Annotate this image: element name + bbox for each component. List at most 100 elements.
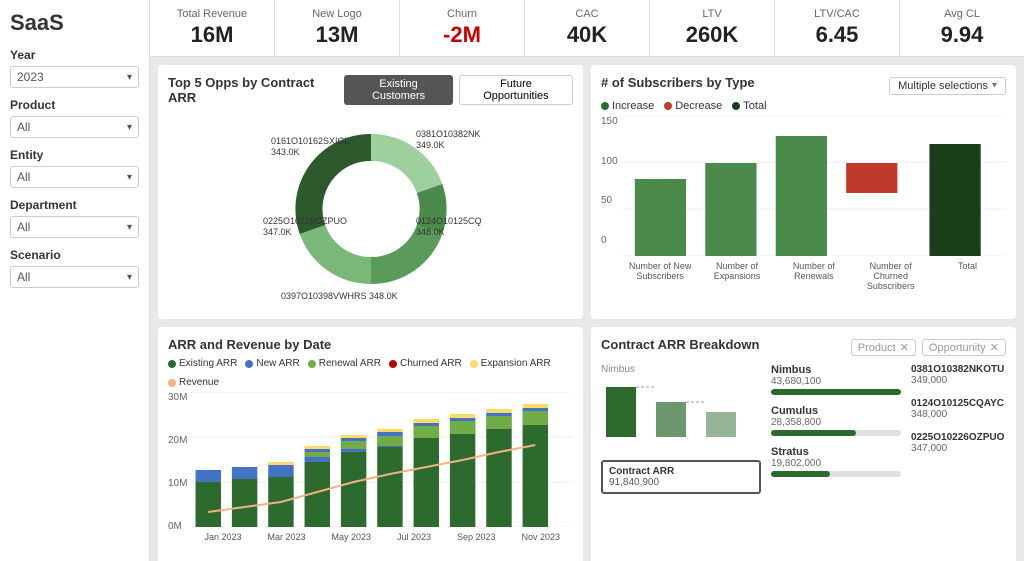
y-axis: 150 100 50 0 xyxy=(601,116,622,246)
filter-group-entity: Entity All ▾ xyxy=(10,148,139,188)
filter-value-year: 2023 xyxy=(17,70,44,84)
chevron-down-icon: ▾ xyxy=(992,80,997,91)
opp-list: 0381O10382NKOTU 349,000 0124O10125CQAYC … xyxy=(911,364,1006,561)
product-value: 28,358,800 xyxy=(771,417,901,428)
opp-name: 0381O10382NKOTU xyxy=(911,364,1006,375)
product-bar-fill xyxy=(771,389,901,395)
top5-title: Top 5 Opps by Contract ARR xyxy=(168,75,338,105)
arr-legend-item: Renewal ARR xyxy=(308,358,381,369)
legend-label: Total xyxy=(743,100,766,112)
arr-y-axis: 30M 20M 10M 0M xyxy=(168,392,191,532)
breakdown-filters: Product ✕ Opportunity ✕ xyxy=(851,339,1006,356)
kpi-value: 9.94 xyxy=(912,22,1012,48)
product-name: Cumulus xyxy=(771,405,901,417)
filter-select-department[interactable]: All ▾ xyxy=(10,216,139,238)
filter-label-department: Department xyxy=(10,198,139,212)
filter-select-scenario[interactable]: All ▾ xyxy=(10,266,139,288)
legend-item-increase: Increase xyxy=(601,100,654,112)
arr-legend-item: Existing ARR xyxy=(168,358,237,369)
existing-customers-btn[interactable]: Existing Customers xyxy=(344,75,453,105)
opportunity-filter-label: Opportunity xyxy=(929,342,986,354)
filter-value-entity: All xyxy=(17,170,30,184)
product-filter[interactable]: Product ✕ xyxy=(851,339,916,356)
product-bar-bg xyxy=(771,471,901,477)
kpi-label: LTV xyxy=(662,8,762,20)
product-bar-fill xyxy=(771,471,830,477)
product-item: Nimbus 43,680,100 xyxy=(771,364,901,395)
kpi-bar: Total Revenue 16M New Logo 13M Churn -2M… xyxy=(150,0,1024,57)
arr-legend-dot xyxy=(308,360,316,368)
legend-item-total: Total xyxy=(732,100,766,112)
arr-legend-label: Existing ARR xyxy=(179,358,237,369)
subscribers-filter-label: Multiple selections xyxy=(898,80,988,92)
arr-legend-label: New ARR xyxy=(256,358,299,369)
main-area: Total Revenue 16M New Logo 13M Churn -2M… xyxy=(150,0,1024,561)
kpi-label: CAC xyxy=(537,8,637,20)
product-item: Cumulus 28,358,800 xyxy=(771,405,901,436)
kpi-ltv: LTV 260K xyxy=(650,0,775,56)
contract-arr-value: 91,840,900 xyxy=(609,477,753,488)
filter-label-entity: Entity xyxy=(10,148,139,162)
svg-text:347.0K: 347.0K xyxy=(263,227,292,237)
chevron-down-icon: ▾ xyxy=(127,72,132,83)
kpi-churn: Churn -2M xyxy=(400,0,525,56)
kpi-label: Avg CL xyxy=(912,8,1012,20)
app-title: SaaS xyxy=(10,10,139,36)
sidebar: SaaS Year 2023 ▾ Product All ▾ Entity Al… xyxy=(0,0,150,561)
arr-legend: Existing ARRNew ARRRenewal ARRChurned AR… xyxy=(168,358,573,388)
filter-select-entity[interactable]: All ▾ xyxy=(10,166,139,188)
filter-select-product[interactable]: All ▾ xyxy=(10,116,139,138)
opp-item: 0381O10382NKOTU 349,000 xyxy=(911,364,1006,386)
opp-item: 0225O10226OZPUO 347,000 xyxy=(911,432,1006,454)
arr-legend-dot xyxy=(168,379,176,387)
filter-value-department: All xyxy=(17,220,30,234)
arr-legend-dot xyxy=(245,360,253,368)
arr-legend-label: Expansion ARR xyxy=(481,358,551,369)
filter-label-scenario: Scenario xyxy=(10,248,139,262)
legend-dot xyxy=(664,102,672,110)
filter-group-year: Year 2023 ▾ xyxy=(10,48,139,88)
kpi-value: 40K xyxy=(537,22,637,48)
svg-text:0124O10125CQAYC: 0124O10125CQAYC xyxy=(416,216,481,226)
close-icon[interactable]: ✕ xyxy=(900,341,909,354)
subscribers-panel: # of Subscribers by Type Multiple select… xyxy=(591,65,1016,319)
svg-text:0397O10398VWHRS 348.0K: 0397O10398VWHRS 348.0K xyxy=(281,291,398,301)
content-area: Top 5 Opps by Contract ARR Existing Cust… xyxy=(150,57,1024,561)
filter-label-year: Year xyxy=(10,48,139,62)
top5-opps-panel: Top 5 Opps by Contract ARR Existing Cust… xyxy=(158,65,583,319)
product-value: 19,802,000 xyxy=(771,458,901,469)
filter-value-product: All xyxy=(17,120,30,134)
opp-name: 0225O10226OZPUO xyxy=(911,432,1006,443)
breakdown-title: Contract ARR Breakdown xyxy=(601,337,759,352)
kpi-ltv/cac: LTV/CAC 6.45 xyxy=(775,0,900,56)
opportunity-filter[interactable]: Opportunity ✕ xyxy=(922,339,1006,356)
kpi-label: Churn xyxy=(412,8,512,20)
svg-text:349.0K: 349.0K xyxy=(416,140,445,150)
product-bar-bg xyxy=(771,389,901,395)
opp-value: 347,000 xyxy=(911,443,1006,454)
close-icon-2[interactable]: ✕ xyxy=(990,341,999,354)
arr-legend-item: Expansion ARR xyxy=(470,358,551,369)
kpi-avg-cl: Avg CL 9.94 xyxy=(900,0,1024,56)
kpi-label: New Logo xyxy=(287,8,387,20)
filter-select-year[interactable]: 2023 ▾ xyxy=(10,66,139,88)
opp-name: 0124O10125CQAYC xyxy=(911,398,1006,409)
kpi-label: Total Revenue xyxy=(162,8,262,20)
filter-group-scenario: Scenario All ▾ xyxy=(10,248,139,288)
svg-text:0225O10226OZPUO: 0225O10226OZPUO xyxy=(263,216,347,226)
subscribers-filter[interactable]: Multiple selections ▾ xyxy=(889,77,1006,95)
kpi-value: -2M xyxy=(412,22,512,48)
future-opps-btn[interactable]: Future Opportunities xyxy=(459,75,573,105)
legend-dot xyxy=(601,102,609,110)
chevron-down-icon: ▾ xyxy=(127,272,132,283)
product-bar-bg xyxy=(771,430,901,436)
svg-text:348.0K: 348.0K xyxy=(416,227,445,237)
kpi-value: 260K xyxy=(662,22,762,48)
product-name: Nimbus xyxy=(771,364,901,376)
legend-label: Decrease xyxy=(675,100,722,112)
product-name: Stratus xyxy=(771,446,901,458)
filter-value-scenario: All xyxy=(17,270,30,284)
filter-label-product: Product xyxy=(10,98,139,112)
kpi-label: LTV/CAC xyxy=(787,8,887,20)
legend-item-decrease: Decrease xyxy=(664,100,722,112)
